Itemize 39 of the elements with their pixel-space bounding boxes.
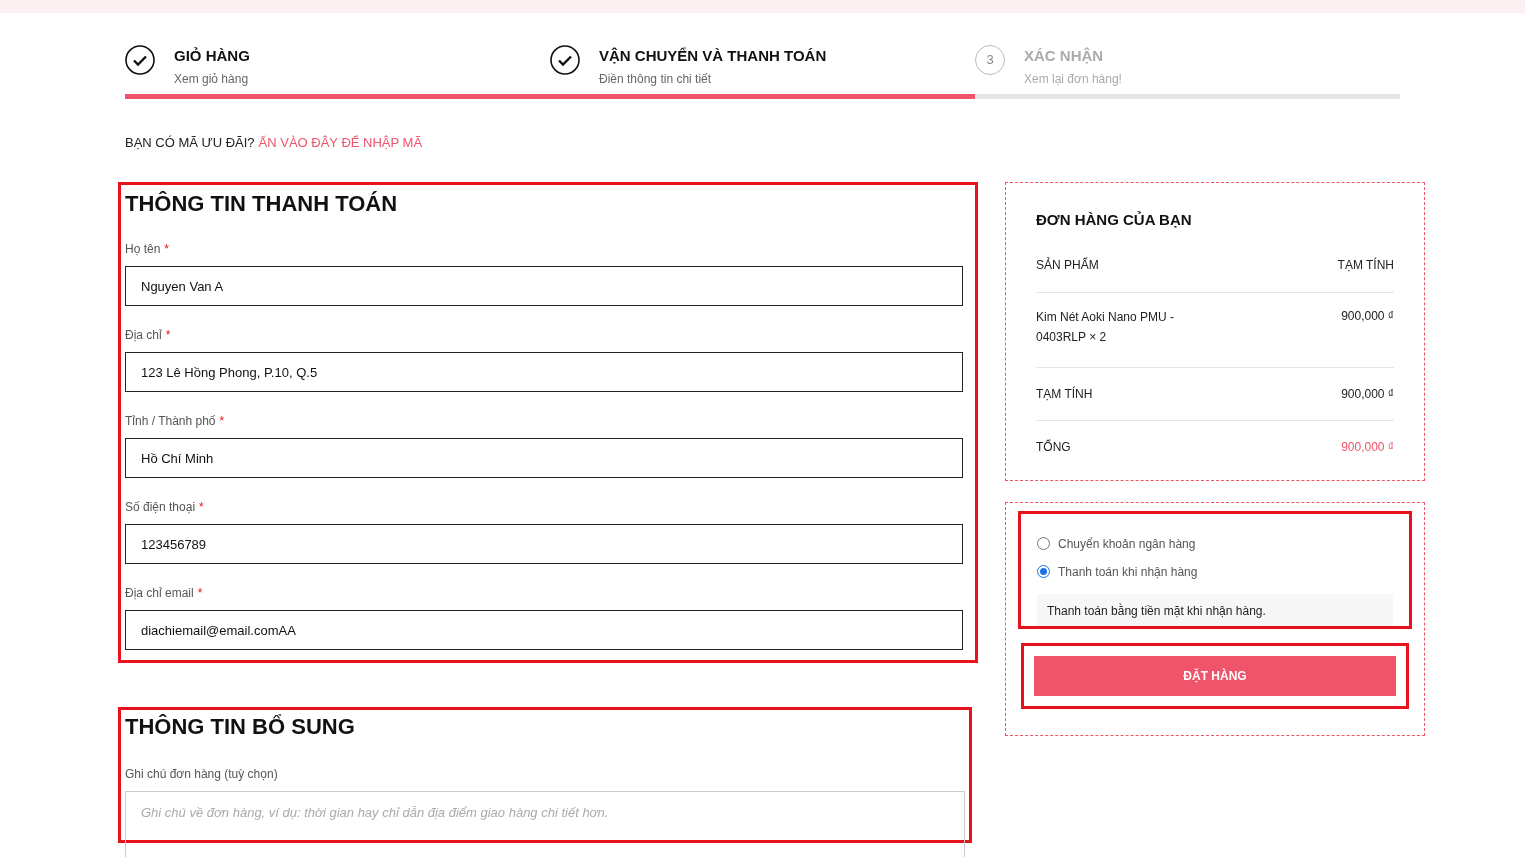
step-title: VẬN CHUYỂN VÀ THANH TOÁN (599, 46, 827, 66)
input-field[interactable]: 123456789 (125, 524, 963, 564)
order-title: ĐƠN HÀNG CỦA BẠN (1036, 210, 1193, 230)
column-header: TẠM TÍNH (1337, 256, 1394, 274)
payment-description: Thanh toán bằng tiền mặt khi nhận hàng. (1037, 593, 1393, 626)
field-label: Địa chỉ email (125, 585, 194, 602)
section-title: THÔNG TIN BỔ SUNG (125, 713, 356, 741)
required-mark: * (219, 413, 225, 430)
product-name: Kim Nét Aoki Nano PMU - 0403RLP × 2 (1036, 308, 1176, 346)
required-mark: * (199, 499, 204, 516)
field-label: Địa chỉ (125, 327, 162, 344)
field-label: Tỉnh / Thành phố (125, 413, 216, 430)
step-subtitle: Xem giỏ hàng (174, 70, 250, 88)
step-title: XÁC NHẬN (1024, 46, 1105, 66)
input-field[interactable]: Hồ Chí Minh (125, 438, 963, 478)
step-subtitle: Xem lại đơn hàng! (1024, 70, 1122, 88)
input-field[interactable]: diachiemail@email.comAA (125, 610, 963, 650)
field-label: Số điện thoại (125, 499, 196, 516)
coupon-text: BẠN CÓ MÃ ƯU ĐÃI? (125, 133, 255, 152)
radio-label[interactable]: Thanh toán khi nhận hàng (1058, 562, 1198, 581)
subtotal-value: 900,000 ₫ (1341, 385, 1394, 403)
input-field[interactable]: Nguyen Van A (125, 266, 963, 306)
subtotal-label: TẠM TÍNH (1036, 385, 1093, 403)
required-mark: * (165, 327, 171, 344)
field-label: Họ tên (125, 241, 161, 258)
required-mark: * (164, 241, 170, 258)
total-label: TỔNG (1036, 438, 1071, 456)
column-header: SẢN PHẨM (1036, 256, 1099, 274)
coupon-link[interactable]: ẤN VÀO ĐÂY ĐỂ NHẬP MÃ (258, 132, 423, 152)
required-mark: * (197, 585, 203, 602)
notes-field[interactable]: Ghi chú về đơn hàng, ví dụ: thời gian hay chỉ dẫn địa điểm giao hàng chi tiết hơn. (125, 791, 965, 857)
step-subtitle: Điền thông tin chi tiết (599, 70, 713, 88)
input-field[interactable]: 123 Lê Hồng Phong, P.10, Q.5 (125, 352, 963, 392)
total-value: 900,000 ₫ (1341, 438, 1394, 456)
radio-label[interactable]: Chuyển khoản ngân hàng (1058, 534, 1196, 553)
product-price: 900,000 ₫ (1341, 307, 1394, 325)
field-label: Ghi chú đơn hàng (tuỳ chọn) (125, 766, 279, 783)
section-title: THÔNG TIN THANH TOÁN (125, 190, 399, 218)
step-title: GIỎ HÀNG (174, 46, 250, 66)
